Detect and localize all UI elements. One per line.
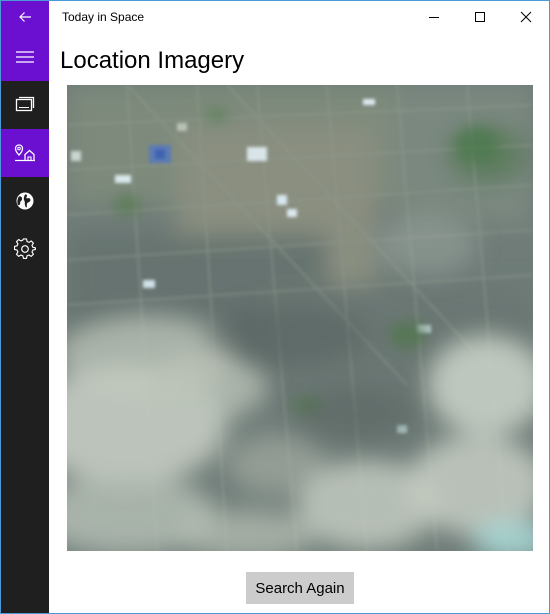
location-home-icon: [14, 144, 35, 162]
app-window: Today in Space Location Imagery Search A…: [0, 0, 550, 614]
nav-item-globe[interactable]: [1, 177, 49, 225]
nav-item-slides[interactable]: [1, 81, 49, 129]
maximize-button[interactable]: [457, 1, 503, 33]
minimize-button[interactable]: [411, 1, 457, 33]
satellite-image: [67, 85, 533, 551]
hamburger-button[interactable]: [1, 33, 49, 81]
app-title: Today in Space: [62, 10, 145, 24]
page-title: Location Imagery: [60, 47, 245, 74]
title-bar: Today in Space: [1, 1, 549, 33]
gear-icon: [14, 238, 36, 259]
nav-item-location-home[interactable]: [1, 129, 49, 177]
close-icon: [520, 11, 532, 23]
back-button[interactable]: [1, 1, 49, 33]
arrow-left-icon: [19, 12, 31, 22]
globe-icon: [16, 192, 34, 210]
nav-rail: [1, 33, 49, 613]
maximize-icon: [475, 12, 485, 22]
search-again-button[interactable]: Search Again: [246, 572, 354, 604]
nav-item-settings[interactable]: [1, 225, 49, 273]
slides-icon: [15, 96, 35, 112]
close-button[interactable]: [503, 1, 549, 33]
hamburger-icon: [16, 51, 34, 63]
minimize-icon: [429, 17, 439, 18]
